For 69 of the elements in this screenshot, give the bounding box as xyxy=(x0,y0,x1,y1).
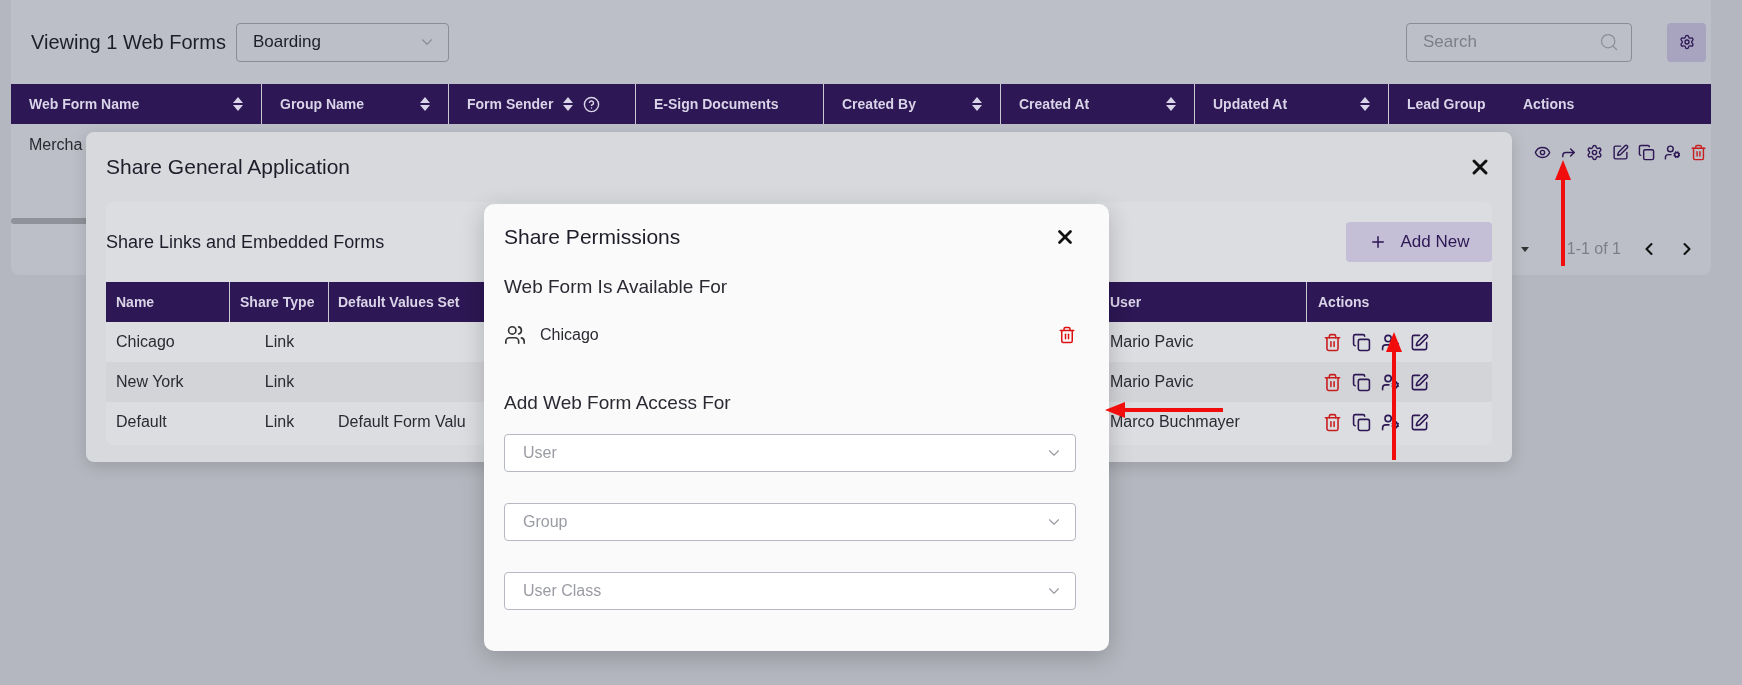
column-header: Web Form Name xyxy=(29,96,141,112)
table-cell: Marco Buchmayer xyxy=(1110,413,1240,431)
select-field[interactable]: Group xyxy=(504,503,1076,541)
copy-icon[interactable] xyxy=(1352,332,1371,352)
edit-icon[interactable] xyxy=(1612,144,1629,161)
help-icon[interactable] xyxy=(583,95,601,113)
table-cell: New York xyxy=(116,373,184,391)
trash-icon[interactable] xyxy=(1690,144,1707,161)
sort-icon[interactable] xyxy=(233,97,243,111)
table-cell: Default xyxy=(116,413,167,431)
column-header: Group Name xyxy=(280,96,365,112)
column-header: E-Sign Documents xyxy=(654,96,779,112)
copy-icon[interactable] xyxy=(1638,144,1655,161)
user-gear-icon[interactable] xyxy=(1664,144,1681,161)
column-header: Share Type xyxy=(240,294,315,310)
trash-icon[interactable] xyxy=(1058,326,1076,344)
user-gear-icon[interactable] xyxy=(1381,372,1400,392)
settings-icon[interactable] xyxy=(1586,144,1603,161)
section-title: Web Form Is Available For xyxy=(504,276,729,298)
column-header: Created At xyxy=(1019,96,1091,112)
sort-icon[interactable] xyxy=(563,97,574,111)
edit-icon[interactable] xyxy=(1410,412,1429,432)
sort-icon[interactable] xyxy=(1166,97,1176,111)
table-cell: Mario Pavic xyxy=(1110,373,1194,391)
sort-icon[interactable] xyxy=(1360,97,1370,111)
column-header: Actions xyxy=(1318,294,1370,310)
settings-button[interactable] xyxy=(1667,22,1706,62)
column-header: Lead Group xyxy=(1407,96,1486,112)
edit-icon[interactable] xyxy=(1410,332,1429,352)
page-title: Viewing 1 Web Forms xyxy=(31,30,226,54)
search-icon xyxy=(1599,32,1619,52)
column-header: User xyxy=(1110,294,1142,310)
trash-icon[interactable] xyxy=(1323,412,1342,432)
user-gear-icon[interactable] xyxy=(1381,412,1400,432)
table-cell: Default Form Valu xyxy=(338,413,466,431)
column-header: Form Sender xyxy=(467,96,554,112)
sort-icon[interactable] xyxy=(420,97,430,111)
sort-icon[interactable] xyxy=(972,97,982,111)
add-new-button[interactable]: Add New xyxy=(1346,222,1492,262)
search-field[interactable]: Search xyxy=(1406,22,1632,62)
edit-icon[interactable] xyxy=(1410,372,1429,392)
section-title: Add Web Form Access For xyxy=(504,392,732,414)
access-name: Chicago xyxy=(540,326,600,344)
copy-icon[interactable] xyxy=(1352,412,1371,432)
form-filter-select[interactable]: Boarding xyxy=(235,22,449,62)
column-header: Updated At xyxy=(1213,96,1289,112)
settings-icon xyxy=(1678,34,1695,50)
section-title: Share Links and Embedded Forms xyxy=(106,231,385,253)
table-cell: Mario Pavic xyxy=(1110,333,1194,351)
group-icon xyxy=(504,324,526,346)
pagination-range: 1-1 of 1 xyxy=(1566,240,1621,258)
column-header: Name xyxy=(116,294,155,310)
caret-icon xyxy=(1520,246,1529,252)
eye-icon[interactable] xyxy=(1534,144,1551,161)
column-header: Created By xyxy=(842,96,917,112)
dialog-title: Share General Application xyxy=(106,155,350,179)
select-field[interactable]: User Class xyxy=(504,572,1076,610)
table-cell: Chicago xyxy=(116,333,175,351)
table-cell: Link xyxy=(264,413,295,431)
trash-icon[interactable] xyxy=(1323,332,1342,352)
column-header: Actions xyxy=(1523,96,1575,112)
table-cell: Mercha xyxy=(29,136,83,154)
table-cell: Link xyxy=(264,333,295,351)
trash-icon[interactable] xyxy=(1323,372,1342,392)
table-cell: Link xyxy=(264,373,295,391)
dialog-title: Share Permissions xyxy=(504,225,681,249)
copy-icon[interactable] xyxy=(1352,372,1371,392)
column-header: Default Values Set xyxy=(338,294,460,310)
select-field[interactable]: User xyxy=(504,434,1076,472)
